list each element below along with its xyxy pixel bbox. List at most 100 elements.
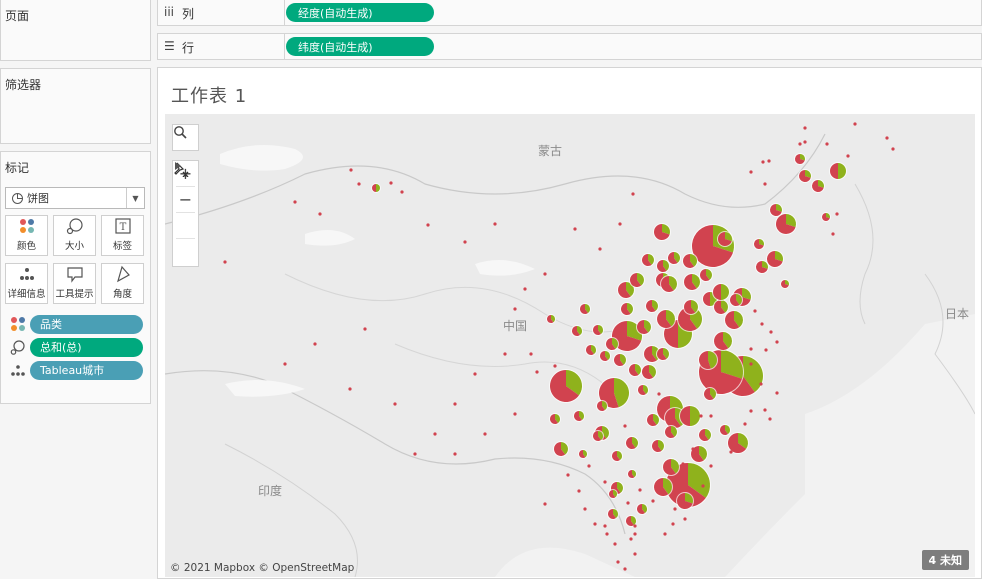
expand-toolbar-icon[interactable] <box>173 162 198 264</box>
pie-mark[interactable] <box>656 347 670 361</box>
city-dot[interactable] <box>626 501 630 505</box>
city-dot[interactable] <box>616 560 620 564</box>
city-dot[interactable] <box>651 499 655 503</box>
map-view[interactable]: 蒙古 中国 印度 日本 + − © 2021 Mapbox © OpenStre… <box>165 114 975 577</box>
city-dot[interactable] <box>749 409 753 413</box>
city-dot[interactable] <box>413 452 417 456</box>
pie-mark[interactable] <box>608 489 618 499</box>
city-dot[interactable] <box>283 362 287 366</box>
detail-button[interactable]: 详细信息 <box>5 263 48 304</box>
category-pill[interactable]: 品类 <box>30 314 143 334</box>
pie-mark[interactable] <box>682 253 698 269</box>
city-dot[interactable] <box>681 462 685 466</box>
city-dot[interactable] <box>749 347 753 351</box>
city-dot[interactable] <box>566 473 570 477</box>
city-dot[interactable] <box>543 272 547 276</box>
pie-mark[interactable] <box>628 363 642 377</box>
city-dot[interactable] <box>535 370 539 374</box>
pie-mark[interactable] <box>698 350 718 370</box>
pie-mark[interactable] <box>821 212 831 222</box>
city-dot[interactable] <box>493 222 497 226</box>
city-dot[interactable] <box>393 402 397 406</box>
city-dot[interactable] <box>885 136 889 140</box>
pie-mark[interactable] <box>625 436 639 450</box>
pie-mark[interactable] <box>592 324 604 336</box>
pie-mark[interactable] <box>755 260 769 274</box>
city-dot[interactable] <box>743 422 747 426</box>
city-dot[interactable] <box>760 322 764 326</box>
city-dot[interactable] <box>433 432 437 436</box>
city-dot[interactable] <box>583 507 587 511</box>
pie-mark[interactable] <box>620 302 634 316</box>
pie-mark[interactable] <box>605 337 619 351</box>
city-dot[interactable] <box>775 391 779 395</box>
pie-mark[interactable] <box>667 251 681 265</box>
search-icon[interactable] <box>173 125 198 150</box>
angle-button[interactable]: 角度 <box>101 263 144 304</box>
pie-mark[interactable] <box>798 169 812 183</box>
pie-mark[interactable] <box>573 410 585 422</box>
pie-mark[interactable] <box>627 469 637 479</box>
city-dot[interactable] <box>400 190 404 194</box>
pie-mark[interactable] <box>769 203 783 217</box>
city-dot[interactable] <box>348 387 352 391</box>
city-dot[interactable] <box>605 532 609 536</box>
pie-mark[interactable] <box>645 299 659 313</box>
city-dot[interactable] <box>709 414 713 418</box>
city-dot[interactable] <box>767 159 771 163</box>
city-dot[interactable] <box>691 447 695 451</box>
city-dot[interactable] <box>389 181 393 185</box>
city-dot[interactable] <box>293 200 297 204</box>
pie-mark[interactable] <box>683 273 701 291</box>
city-dot[interactable] <box>603 480 607 484</box>
mark-type-dropdown[interactable]: 饼图 ▼ <box>5 187 145 209</box>
pie-mark[interactable] <box>611 450 623 462</box>
pie-mark[interactable] <box>829 162 847 180</box>
pie-mark[interactable] <box>637 384 649 396</box>
pie-mark[interactable] <box>629 272 645 288</box>
city-dot[interactable] <box>729 450 733 454</box>
pie-mark[interactable] <box>753 238 765 250</box>
pie-mark[interactable] <box>811 179 825 193</box>
city-dot[interactable] <box>577 489 581 493</box>
pie-mark[interactable] <box>553 441 569 457</box>
city-dot[interactable] <box>763 408 767 412</box>
pie-mark[interactable] <box>660 275 678 293</box>
pie-mark[interactable] <box>549 369 583 403</box>
rows-shelf[interactable]: ☰ 行 纬度(自动生成) <box>157 33 982 60</box>
city-dot[interactable] <box>618 222 622 226</box>
city-dot[interactable] <box>357 182 361 186</box>
city-dot[interactable] <box>891 147 895 151</box>
city-dot[interactable] <box>587 464 591 468</box>
tooltip-button[interactable]: 工具提示 <box>53 263 96 304</box>
city-dot[interactable] <box>798 142 802 146</box>
tableau-city-pill[interactable]: Tableau城市 <box>30 360 143 380</box>
city-dot[interactable] <box>764 348 768 352</box>
city-dot[interactable] <box>633 552 637 556</box>
city-dot[interactable] <box>825 142 829 146</box>
pie-mark[interactable] <box>662 458 680 476</box>
city-dot[interactable] <box>853 122 857 126</box>
pie-mark[interactable] <box>712 283 730 301</box>
color-button[interactable]: 颜色 <box>5 215 48 256</box>
pie-mark[interactable] <box>607 508 619 520</box>
city-dot[interactable] <box>623 567 627 571</box>
city-dot[interactable] <box>513 307 517 311</box>
city-dot[interactable] <box>831 232 835 236</box>
pages-card[interactable]: 页面 <box>0 0 151 61</box>
pie-mark[interactable] <box>717 231 733 247</box>
pie-mark[interactable] <box>371 183 381 193</box>
city-dot[interactable] <box>598 247 602 251</box>
city-dot[interactable] <box>629 537 633 541</box>
pie-mark[interactable] <box>546 314 556 324</box>
city-dot[interactable] <box>503 352 507 356</box>
columns-shelf[interactable]: iii 列 经度(自动生成) <box>157 0 982 26</box>
city-dot[interactable] <box>803 140 807 144</box>
city-dot[interactable] <box>363 327 367 331</box>
pie-mark[interactable] <box>780 279 790 289</box>
city-dot[interactable] <box>638 488 642 492</box>
city-dot[interactable] <box>663 532 667 536</box>
city-dot[interactable] <box>223 260 227 264</box>
city-dot[interactable] <box>593 522 597 526</box>
pie-mark[interactable] <box>636 319 652 335</box>
